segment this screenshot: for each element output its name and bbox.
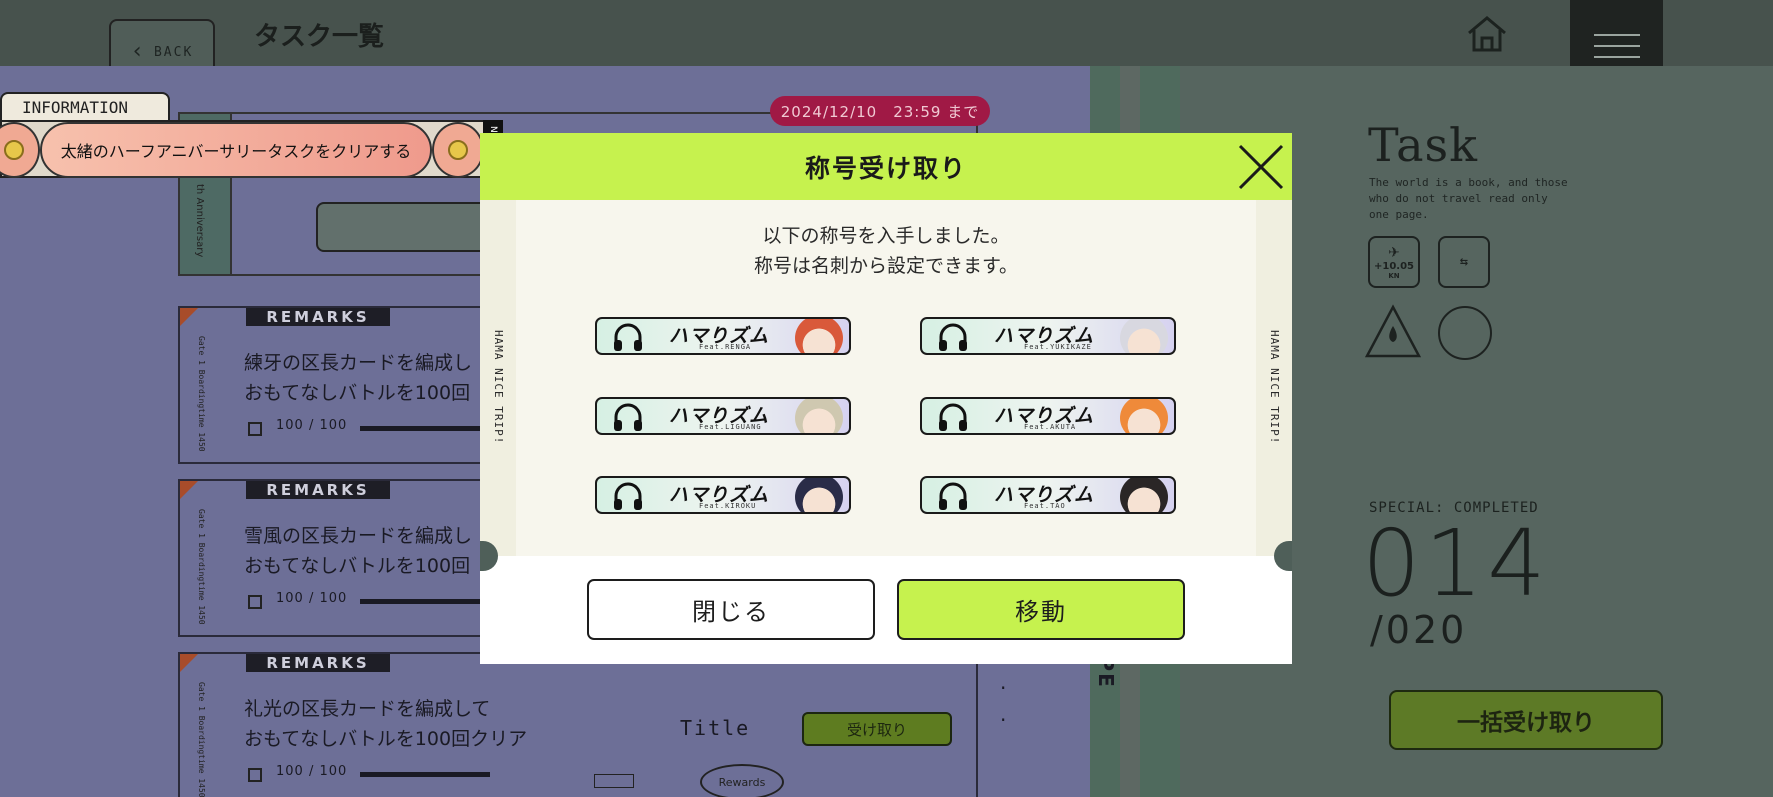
task-line-1: 練牙の区長カードを編成し bbox=[244, 352, 473, 374]
headphones-icon bbox=[614, 403, 642, 431]
task-heading: Task bbox=[1368, 118, 1479, 172]
task-progress: 100 / 100 bbox=[276, 764, 348, 779]
menu-line bbox=[1593, 56, 1640, 58]
badge-feat: Feat.YUKIKAZE bbox=[1024, 343, 1092, 351]
menu-line bbox=[1593, 45, 1640, 47]
title-badge: ハマりズム Feat.AKUTA bbox=[920, 397, 1176, 435]
task-line-1: 雪風の区長カードを編成し bbox=[244, 525, 473, 547]
headphones-icon bbox=[939, 323, 967, 351]
receive-button[interactable]: 受け取り bbox=[802, 712, 952, 746]
task-line-1: 礼光の区長カードを編成して bbox=[244, 698, 491, 720]
home-icon[interactable] bbox=[1466, 14, 1508, 54]
badge-feat: Feat.LIGUANG bbox=[699, 423, 762, 431]
gate-label: Gate 1 Boardingtime 1450 bbox=[197, 682, 206, 797]
gate-label: Gate 1 Boardingtime 1450 bbox=[197, 509, 206, 625]
message-line-1: 以下の称号を入手しました。 bbox=[762, 225, 1010, 247]
task-quote: The world is a book, and those who do no… bbox=[1369, 176, 1568, 221]
remarks-label: REMARKS bbox=[246, 654, 390, 672]
progress-bar bbox=[360, 772, 490, 777]
menu-line bbox=[1593, 34, 1640, 36]
ticket-notch bbox=[1274, 541, 1292, 571]
character-face-icon bbox=[1120, 319, 1168, 353]
reward-type-label: Title bbox=[680, 716, 751, 740]
modal-message: 以下の称号を入手しました。 称号は名刺から設定できます。 bbox=[480, 221, 1292, 281]
ticket-side-text: HAMA NICE TRIP! bbox=[492, 330, 505, 445]
checkbox-icon bbox=[248, 595, 262, 609]
modal-title: 称号受け取り bbox=[804, 153, 967, 183]
water-warning-icon bbox=[1364, 304, 1422, 358]
task-description: 礼光の区長カードを編成して おもてなしバトルを100回クリア bbox=[244, 694, 527, 754]
card-corner bbox=[180, 654, 198, 672]
title-badge: ハマりズム Feat.TAO bbox=[920, 476, 1176, 514]
bulk-receive-button[interactable]: 一括受け取り bbox=[1389, 690, 1663, 750]
progress-bar bbox=[360, 599, 490, 604]
title-badge: ハマりズム Feat.RENGA bbox=[595, 317, 851, 355]
move-button[interactable]: 移動 bbox=[897, 579, 1185, 640]
headphones-icon bbox=[939, 482, 967, 510]
information-message: 太緒のハーフアニバーサリータスクをクリアする bbox=[40, 122, 432, 178]
badge-feat: Feat.TAO bbox=[1024, 502, 1066, 510]
page-title: タスク一覧 bbox=[254, 22, 385, 52]
character-face-icon bbox=[795, 478, 843, 512]
badge-feat: Feat.AKUTA bbox=[1024, 423, 1077, 431]
headphones-icon bbox=[614, 323, 642, 351]
title-chip-preview bbox=[316, 202, 506, 252]
rewards-button[interactable]: Rewards bbox=[700, 764, 784, 797]
title-reward-modal: 称号受け取り HAMA NICE TRIP! HAMA NICE TRIP! 以… bbox=[480, 133, 1292, 664]
gate-label: Gate 1 Boardingtime 1450 bbox=[197, 336, 206, 452]
chevron-left-icon: ‹ bbox=[130, 39, 146, 64]
task-line-2: おもてなしバトルを100回 bbox=[244, 382, 471, 404]
thermometer-icon bbox=[1438, 306, 1492, 360]
title-badge: ハマりズム Feat.YUKIKAZE bbox=[920, 317, 1176, 355]
task-line-2: おもてなしバトルを100回クリア bbox=[244, 728, 528, 750]
task-progress: 100 / 100 bbox=[276, 418, 348, 433]
checkbox-icon bbox=[248, 422, 262, 436]
close-icon[interactable] bbox=[1236, 142, 1286, 192]
progress-bar bbox=[360, 426, 490, 431]
title-badge: ハマりズム Feat.KIROKU bbox=[595, 476, 851, 514]
ticket-side-text: HAMA NICE TRIP! bbox=[1268, 330, 1281, 445]
completed-count: 014 bbox=[1362, 510, 1550, 617]
medal-icon bbox=[0, 122, 40, 178]
character-face-icon bbox=[1120, 478, 1168, 512]
card-corner bbox=[180, 481, 198, 499]
message-line-2: 称号は名刺から設定できます。 bbox=[753, 255, 1019, 277]
task-card: REMARKS Gate 1 Boardingtime 1450 礼光の区長カー… bbox=[178, 652, 978, 797]
headphones-icon bbox=[614, 482, 642, 510]
back-label: BACK bbox=[153, 44, 194, 60]
badge-feat: Feat.KIROKU bbox=[699, 502, 757, 510]
headphones-icon bbox=[939, 403, 967, 431]
total-count: /020 bbox=[1370, 608, 1468, 652]
close-button[interactable]: 閉じる bbox=[587, 579, 875, 640]
character-face-icon bbox=[1120, 399, 1168, 433]
task-line-2: おもてなしバトルを100回 bbox=[244, 555, 471, 577]
task-description: 雪風の区長カードを編成し おもてなしバトルを100回 bbox=[244, 521, 472, 581]
card-corner bbox=[180, 308, 198, 326]
arrow-right-icon bbox=[594, 774, 634, 788]
remarks-label: REMARKS bbox=[246, 481, 390, 499]
information-tag: INFORMATION bbox=[0, 92, 170, 120]
title-badge: ハマりズム Feat.LIGUANG bbox=[595, 397, 851, 435]
checkbox-icon bbox=[248, 768, 262, 782]
deadline-badge: 2024/12/10 23:59 まで bbox=[770, 96, 990, 126]
plane-speed-icon: ✈ +10.05 KN bbox=[1368, 236, 1420, 288]
seatbelt-icon: ⇆ bbox=[1438, 236, 1490, 288]
task-progress: 100 / 100 bbox=[276, 591, 348, 606]
remarks-label: REMARKS bbox=[246, 308, 390, 326]
character-face-icon bbox=[795, 399, 843, 433]
character-face-icon bbox=[795, 319, 843, 353]
information-banner[interactable]: 太緒のハーフアニバーサリータスクをクリアする bbox=[0, 120, 500, 178]
task-description: 練牙の区長カードを編成し おもてなしバトルを100回 bbox=[244, 348, 472, 408]
badge-feat: Feat.RENGA bbox=[699, 343, 752, 351]
medal-icon bbox=[432, 122, 484, 178]
